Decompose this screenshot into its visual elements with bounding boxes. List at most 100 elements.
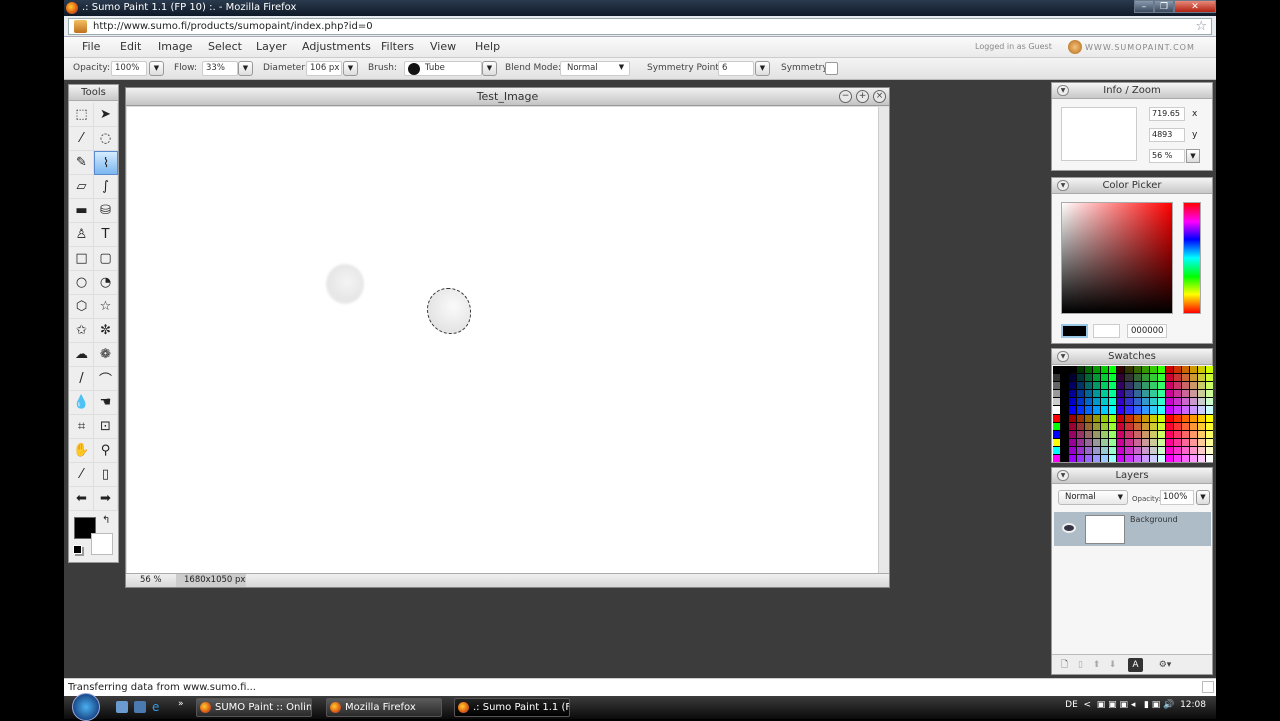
swatch[interactable] [1165,406,1173,414]
swatch[interactable] [1053,406,1061,414]
swatch[interactable] [1141,406,1149,414]
swatch[interactable] [1165,430,1173,438]
swatches-header[interactable]: ▼ Swatches [1052,349,1212,365]
fill-tool-icon[interactable]: ⛁ [94,199,118,223]
url-input[interactable]: http://www.sumo.fi/products/sumopaint/in… [68,18,1212,35]
swatch[interactable] [1101,382,1109,390]
swatch[interactable] [1117,422,1125,430]
layer-opacity-input[interactable]: 100% [1160,490,1194,505]
menu-edit[interactable]: Edit [120,40,141,53]
hand-tool-icon[interactable]: ✋ [70,439,94,463]
swatch[interactable] [1149,374,1157,382]
swatch[interactable] [1173,366,1181,374]
swatch[interactable] [1117,398,1125,406]
redo-arrow-icon[interactable]: ➡ [94,487,118,511]
swatch[interactable] [1173,398,1181,406]
swatch[interactable] [1101,374,1109,382]
swatch[interactable] [1117,438,1125,446]
info-zoom-header[interactable]: ▼ Info / Zoom [1052,83,1212,99]
swatch[interactable] [1205,398,1213,406]
swatch[interactable] [1189,398,1197,406]
swatch[interactable] [1141,398,1149,406]
layer-blend-select[interactable]: Normal ▼ [1058,490,1128,505]
swatch[interactable] [1093,446,1101,454]
menu-help[interactable]: Help [475,40,500,53]
task-sumo-paint-active[interactable]: .: Sumo Paint 1.1 (F... [454,698,570,717]
swatch[interactable] [1189,406,1197,414]
menu-view[interactable]: View [430,40,456,53]
maximize-doc-icon[interactable]: + [856,90,869,103]
swatch[interactable] [1125,398,1133,406]
swatch[interactable] [1069,398,1077,406]
swatch[interactable] [1069,390,1077,398]
blob-shape-tool-icon[interactable]: ☁ [70,343,94,367]
swatch[interactable] [1085,446,1093,454]
swatch[interactable] [1101,422,1109,430]
swatch[interactable] [1117,406,1125,414]
swatch[interactable] [1189,422,1197,430]
rectangle-tool-icon[interactable]: □ [70,247,94,271]
brush-dropdown[interactable]: ▼ [482,61,497,76]
swatch[interactable] [1205,430,1213,438]
swatch[interactable] [1085,430,1093,438]
bookmark-star-icon[interactable]: ☆ [1195,19,1207,34]
swatch[interactable] [1173,422,1181,430]
eraser-tool-icon[interactable]: ▱ [70,175,94,199]
swatch[interactable] [1149,430,1157,438]
flow-dropdown[interactable]: ▼ [238,61,253,76]
swatch[interactable] [1197,406,1205,414]
swatch[interactable] [1165,454,1173,462]
collapse-icon[interactable]: ▼ [1057,470,1069,481]
swatch[interactable] [1109,438,1117,446]
swatch[interactable] [1205,366,1213,374]
swatch[interactable] [1173,374,1181,382]
quicklaunch-overflow-icon[interactable]: » [178,699,184,709]
swatch[interactable] [1181,454,1189,462]
swatch[interactable] [1125,382,1133,390]
swatch[interactable] [1053,366,1061,374]
swatch[interactable] [1077,414,1085,422]
swatch[interactable] [1125,454,1133,462]
swatch[interactable] [1141,374,1149,382]
swatch[interactable] [1061,430,1069,438]
swatch[interactable] [1205,422,1213,430]
swatch[interactable] [1101,414,1109,422]
gradient-tool-icon[interactable]: ▬ [70,199,94,223]
swatch[interactable] [1109,382,1117,390]
swatch[interactable] [1061,398,1069,406]
swatch[interactable] [1141,454,1149,462]
rounded-rect-tool-icon[interactable]: ▢ [94,247,118,271]
swatch[interactable] [1061,406,1069,414]
swatch[interactable] [1069,454,1077,462]
swatch[interactable] [1181,390,1189,398]
swatch[interactable] [1053,430,1061,438]
eyedropper-tool-icon[interactable]: ⁄ [70,463,94,487]
swatch[interactable] [1157,446,1165,454]
swatch[interactable] [1117,430,1125,438]
swatch[interactable] [1157,390,1165,398]
swatch[interactable] [1149,446,1157,454]
menu-adjustments[interactable]: Adjustments [302,40,371,53]
swatch[interactable] [1117,390,1125,398]
swatch[interactable] [1053,422,1061,430]
swatch[interactable] [1157,406,1165,414]
swatch[interactable] [1085,374,1093,382]
swatch[interactable] [1141,422,1149,430]
swatch[interactable] [1053,454,1061,462]
swatch[interactable] [1077,430,1085,438]
swatch[interactable] [1093,430,1101,438]
tray-icons[interactable]: ▣ ▣ ▣ ◂ ▮ ▣ 🔊 [1097,700,1175,710]
swatch[interactable] [1117,446,1125,454]
swatch[interactable] [1189,366,1197,374]
swatch[interactable] [1133,382,1141,390]
swatch[interactable] [1125,366,1133,374]
document-titlebar[interactable]: Test_Image − + × [126,88,889,106]
magic-wand-tool-icon[interactable]: ⁄ [70,127,94,151]
swap-colors-icon[interactable]: ↰ [102,515,110,526]
site-link[interactable]: WWW.SUMOPAINT.COM [1085,43,1195,52]
swatch[interactable] [1205,414,1213,422]
navigator-thumbnail[interactable] [1061,107,1137,161]
swatch[interactable] [1197,422,1205,430]
start-button[interactable] [72,693,100,721]
task-sumo-paint-online[interactable]: SUMO Paint :: Onlin... [196,698,312,717]
